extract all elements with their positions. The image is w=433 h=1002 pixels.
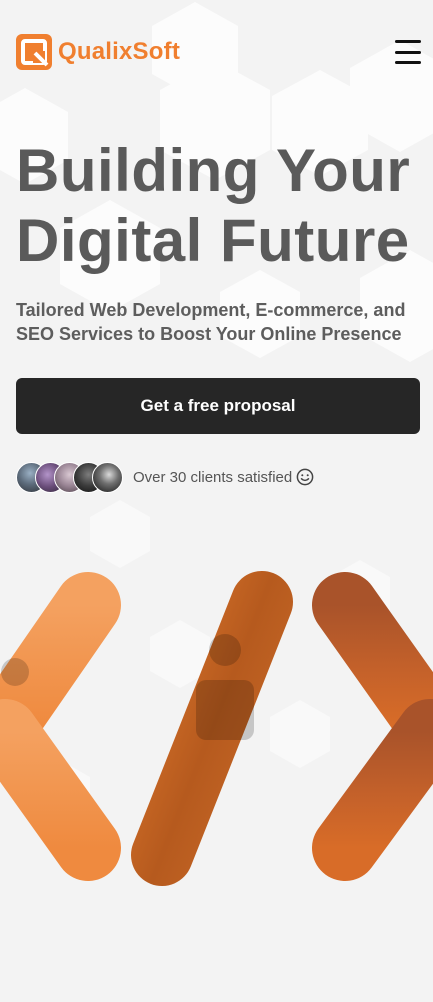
right-bracket — [312, 572, 433, 881]
hero-title-line2: Digital Future — [16, 207, 410, 274]
avatar — [92, 461, 123, 493]
site-header: QualixSoft — [0, 0, 433, 104]
hero-subtitle: Tailored Web Development, E-commerce, an… — [16, 300, 406, 344]
hamburger-menu-icon[interactable] — [395, 40, 421, 64]
logo-mark-icon — [16, 34, 52, 70]
brand-name: QualixSoft — [58, 38, 181, 65]
hero-title: Building Your Digital Future — [16, 136, 426, 276]
get-proposal-button[interactable]: Get a free proposal — [16, 378, 420, 434]
clients-text: Over 30 clients satisfied — [133, 468, 293, 486]
smiley-icon — [296, 468, 314, 486]
brand-logo[interactable]: QualixSoft — [16, 34, 180, 70]
clients-satisfied: Over 30 clients satisfied — [16, 460, 314, 494]
left-bracket — [0, 572, 121, 881]
code-brackets-icon — [0, 571, 433, 886]
hero-title-line1: Building Your — [16, 137, 411, 204]
client-avatars — [16, 461, 123, 493]
